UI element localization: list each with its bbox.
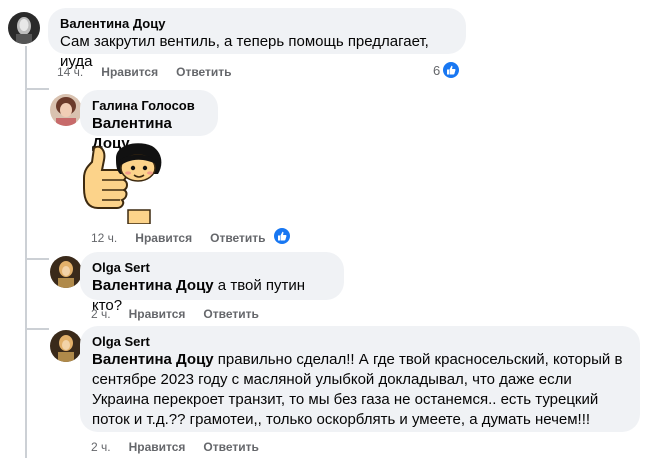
like-icon bbox=[443, 62, 460, 78]
thread-line-branch-1 bbox=[25, 88, 49, 90]
like-button[interactable]: Нравится bbox=[129, 307, 186, 321]
comment-author[interactable]: Olga Sert bbox=[92, 334, 628, 350]
avatar[interactable] bbox=[50, 256, 82, 288]
avatar[interactable] bbox=[50, 94, 82, 126]
reply-button[interactable]: Ответить bbox=[203, 307, 258, 321]
comment-actions: 14 ч. Нравится Ответить bbox=[57, 65, 250, 79]
reply-button[interactable]: Ответить bbox=[203, 440, 258, 454]
reaction-summary[interactable]: 6 bbox=[433, 62, 460, 78]
reply-button[interactable]: Ответить bbox=[176, 65, 231, 79]
thread-line-branch-3 bbox=[25, 328, 49, 330]
comment-author[interactable]: Olga Sert bbox=[92, 260, 332, 276]
like-icon bbox=[274, 228, 290, 244]
comment-mention[interactable]: Валентина Доцу bbox=[92, 351, 214, 368]
comment-timestamp[interactable]: 14 ч. bbox=[57, 65, 83, 79]
thread-line-main bbox=[25, 46, 27, 458]
thread-line-branch-2 bbox=[25, 258, 49, 260]
comment-bubble: Валентина Доцу Сам закрутил вентиль, а т… bbox=[48, 8, 466, 70]
comment-timestamp[interactable]: 2 ч. bbox=[91, 307, 111, 321]
comment-bubble: Галина Голосов Валентина Доцу bbox=[80, 90, 218, 152]
comment-actions: 2 ч. Нравится Ответить bbox=[91, 440, 277, 454]
comment-timestamp[interactable]: 12 ч. bbox=[91, 231, 117, 245]
like-button[interactable]: Нравится bbox=[135, 231, 192, 245]
comment-timestamp[interactable]: 2 ч. bbox=[91, 440, 111, 454]
comment-actions: 12 ч. Нравится Ответить bbox=[91, 231, 284, 245]
thumbs-up-girl-sticker bbox=[80, 140, 164, 225]
reply-button[interactable]: Ответить bbox=[210, 231, 265, 245]
comment-actions: 2 ч. Нравится Ответить bbox=[91, 307, 277, 321]
comment-mention[interactable]: Валентина Доцу bbox=[92, 277, 214, 294]
like-button[interactable]: Нравится bbox=[129, 440, 186, 454]
reaction-summary[interactable] bbox=[274, 228, 290, 244]
comment-author[interactable]: Валентина Доцу bbox=[60, 16, 454, 32]
comment-bubble: Olga Sert Валентина Доцу а твой путин кт… bbox=[80, 252, 344, 314]
comment-bubble: Olga Sert Валентина Доцу правильно сдела… bbox=[80, 326, 640, 432]
comment-author[interactable]: Галина Голосов bbox=[92, 98, 206, 114]
avatar[interactable] bbox=[50, 330, 82, 362]
avatar[interactable] bbox=[8, 12, 40, 44]
reaction-count: 6 bbox=[433, 62, 441, 78]
like-button[interactable]: Нравится bbox=[101, 65, 158, 79]
